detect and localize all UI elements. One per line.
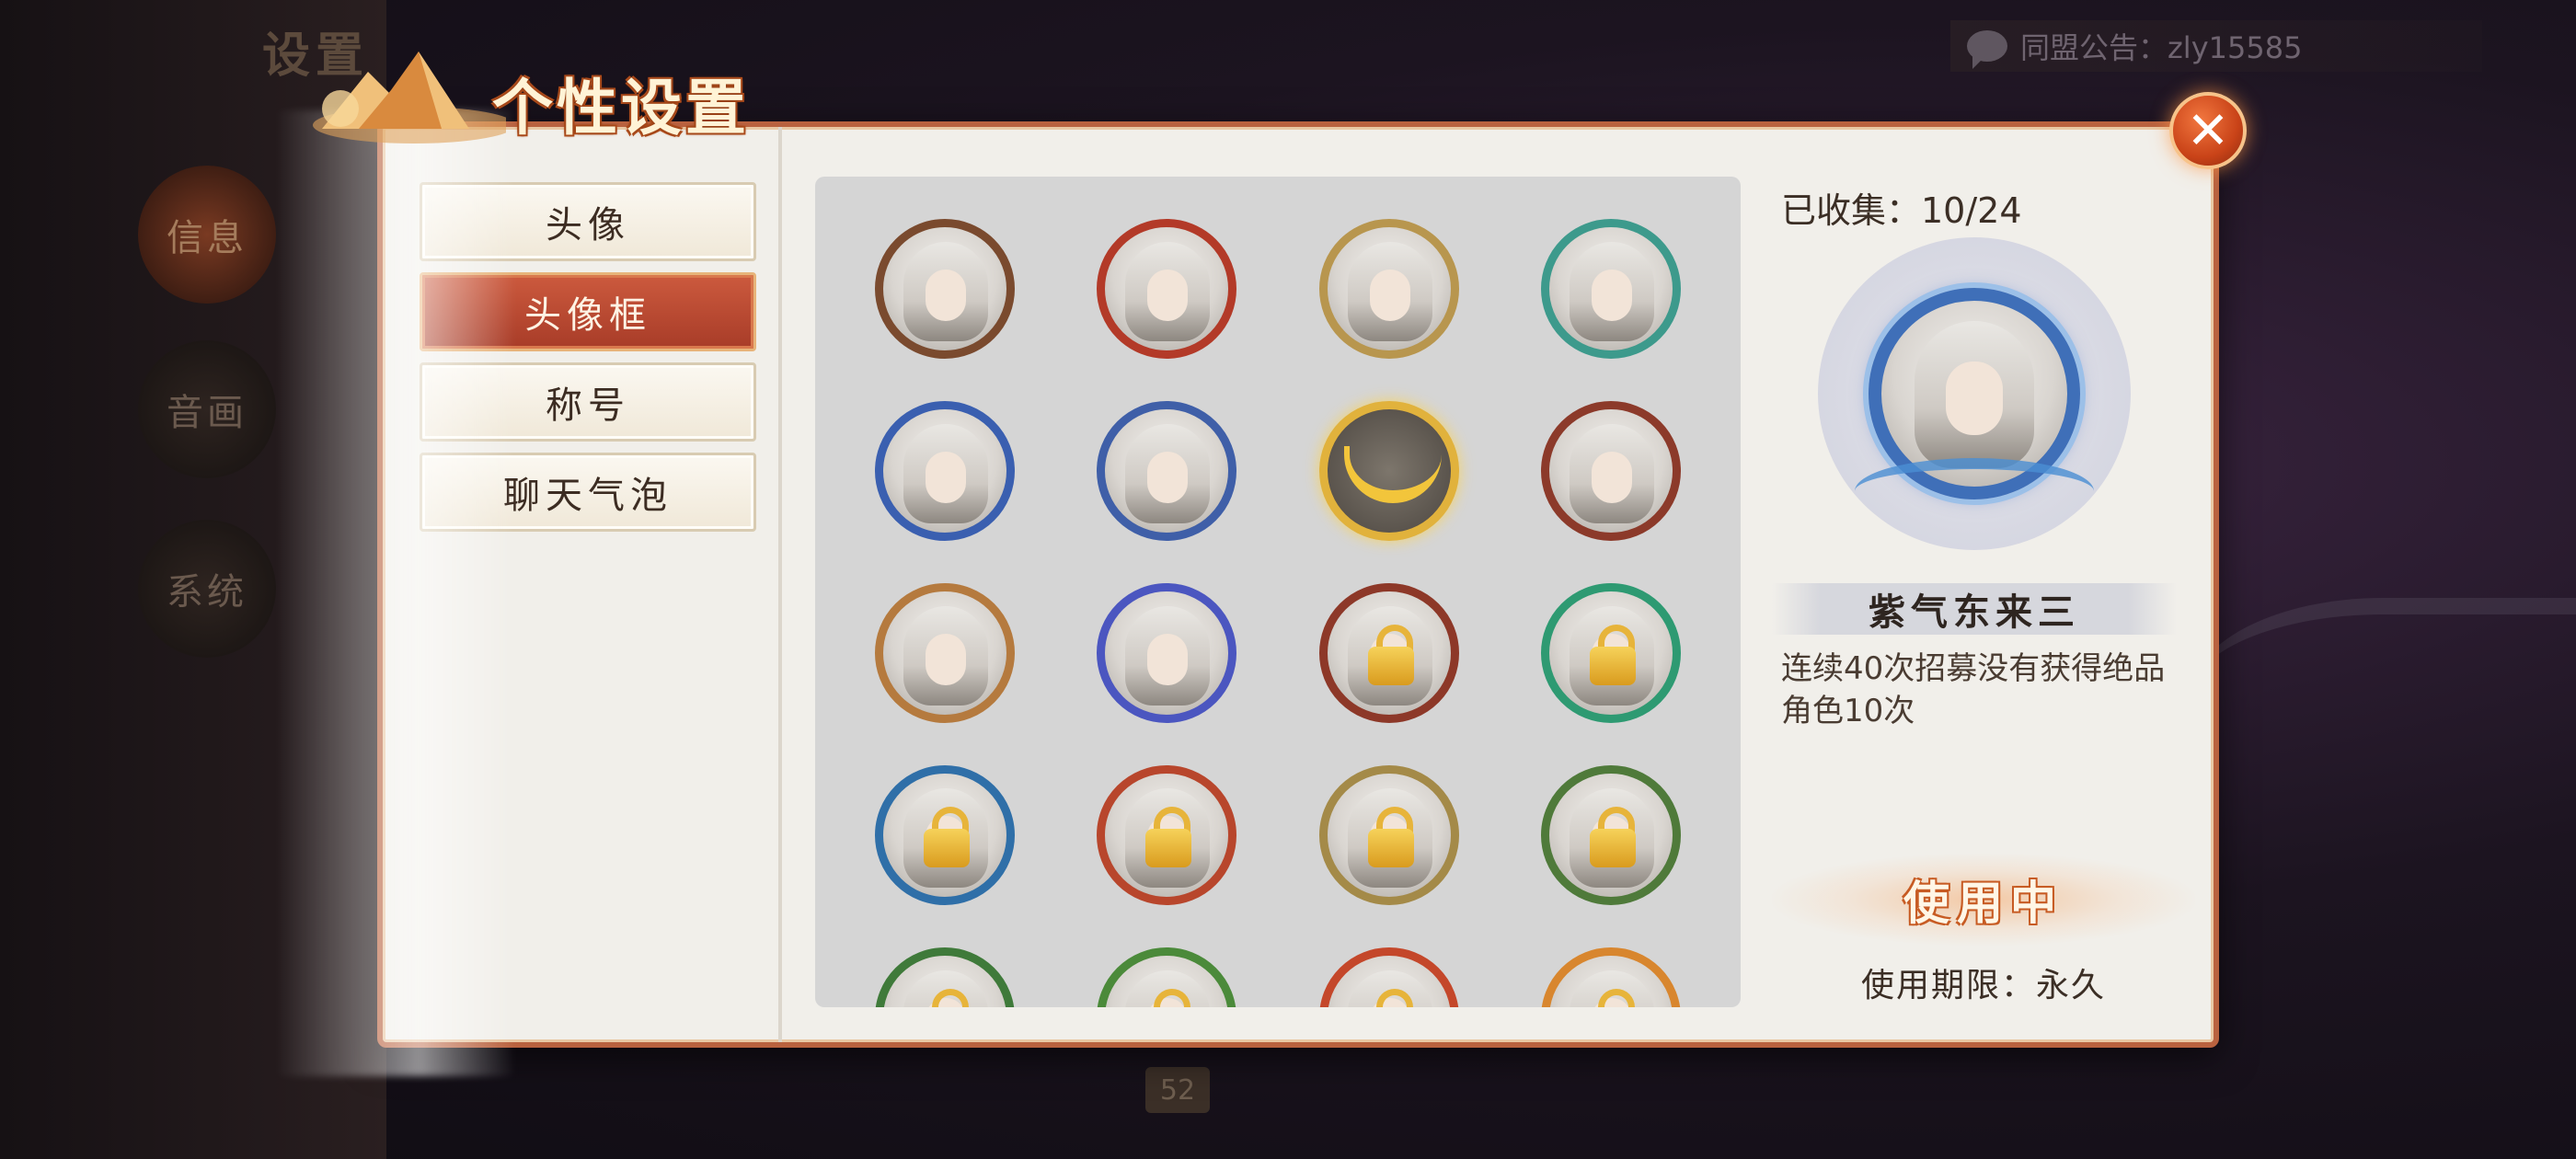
side-tab-info[interactable]: 信息 (138, 166, 276, 304)
avatar-frame-image (1541, 765, 1682, 905)
frame-cell[interactable] (1501, 944, 1723, 1007)
frame-cell[interactable] (834, 397, 1056, 545)
avatar-frame-image (1097, 219, 1237, 359)
frame-cell[interactable] (834, 762, 1056, 909)
avatar-frame-image (1541, 583, 1682, 723)
frame-name: 紫气东来三 (1772, 583, 2177, 635)
lock-icon (1590, 989, 1636, 1007)
avatar-frame-image (1097, 765, 1237, 905)
avatar-frame-image (874, 219, 1015, 359)
frame-cell[interactable] (1501, 397, 1723, 545)
mountain-icon (313, 52, 506, 143)
frame-cell[interactable] (1278, 580, 1501, 727)
side-tab-system[interactable]: 系统 (138, 520, 276, 658)
preview-wave-decoration (1855, 458, 2094, 524)
avatar-frame-image (1318, 947, 1459, 1007)
avatar-frame-image (1318, 765, 1459, 905)
announcement-text: 同盟公告：zly15585 (2020, 30, 2303, 65)
avatar-frame-image (1318, 583, 1459, 723)
avatar-frame-image (1541, 401, 1682, 541)
validity-period: 使用期限：永久 (1860, 967, 2106, 1004)
dialog-title: 个性设置 (492, 73, 750, 143)
frame-cell[interactable] (1278, 944, 1501, 1007)
lock-icon (1367, 807, 1414, 867)
collected-count: 已收集：10/24 (1781, 190, 2022, 231)
frame-cell[interactable] (1501, 762, 1723, 909)
frame-cell[interactable] (1056, 215, 1279, 362)
lock-icon (924, 989, 970, 1007)
frame-grid-panel[interactable] (815, 177, 1741, 1007)
avatar-frame-image (1318, 401, 1459, 541)
frame-cell[interactable] (834, 580, 1056, 727)
alliance-announcement[interactable]: 同盟公告：zly15585 (1950, 20, 2482, 72)
chat-bubble-icon (1967, 30, 2007, 69)
avatar-frame-image (874, 947, 1015, 1007)
frame-cell[interactable] (1056, 944, 1279, 1007)
frame-cell[interactable] (834, 944, 1056, 1007)
lock-icon (1368, 989, 1414, 1007)
close-button[interactable]: ✕ (2169, 92, 2247, 169)
lock-icon (923, 807, 970, 867)
dialog-edge-glow (276, 110, 515, 1076)
frame-cell[interactable] (1056, 580, 1279, 727)
frame-cell[interactable] (1056, 397, 1279, 545)
in-use-status: 使用中 (1772, 854, 2195, 946)
avatar-frame-image (874, 583, 1015, 723)
lock-icon (1590, 807, 1637, 867)
avatar-frame-image (1097, 583, 1237, 723)
frame-cell[interactable] (1278, 762, 1501, 909)
lock-icon (1145, 807, 1192, 867)
dialog-title-banner: 个性设置 (304, 37, 819, 147)
frame-cell[interactable] (1278, 215, 1501, 362)
avatar-frame-image (1097, 947, 1237, 1007)
avatar-frame-image (1097, 401, 1237, 541)
avatar-frame-image (1318, 219, 1459, 359)
frame-cell[interactable] (1278, 397, 1501, 545)
frame-cell[interactable] (1501, 215, 1723, 362)
avatar-frame-image (874, 765, 1015, 905)
frame-cell[interactable] (834, 215, 1056, 362)
avatar-frame-image (874, 401, 1015, 541)
avatar-frame-image (1541, 219, 1682, 359)
frame-grid (834, 215, 1722, 1007)
personalization-dialog: 头像 头像框 称号 聊天气泡 已收集：10/24 紫气东来三 连续40次招募没有… (377, 121, 2219, 1048)
avatar-frame-image (1541, 947, 1682, 1007)
lock-icon (1145, 989, 1191, 1007)
background-decoration (2190, 598, 2576, 798)
frame-description: 连续40次招募没有获得绝品角色10次 (1781, 650, 2166, 729)
menu-divider (778, 127, 782, 1042)
frame-cell[interactable] (1501, 580, 1723, 727)
lock-icon (1367, 625, 1414, 685)
side-tab-audio-video[interactable]: 音画 (138, 340, 276, 478)
level-badge: 52 (1145, 1067, 1210, 1113)
lock-icon (1590, 625, 1637, 685)
frame-cell[interactable] (1056, 762, 1279, 909)
